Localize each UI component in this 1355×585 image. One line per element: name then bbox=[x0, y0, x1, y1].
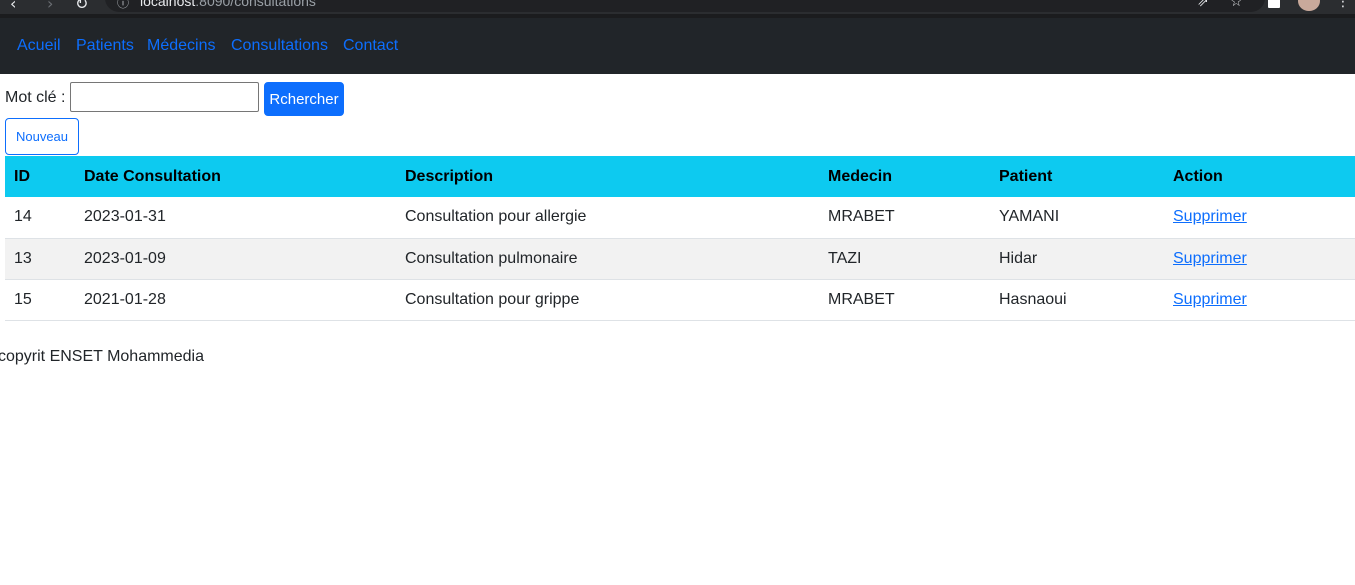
cell-medecin: MRABET bbox=[828, 290, 895, 308]
cell-patient: Hasnaoui bbox=[999, 290, 1067, 308]
browser-menu-icon[interactable]: ⋮ bbox=[1336, 0, 1350, 10]
nav-link-patients[interactable]: Patients bbox=[76, 37, 134, 55]
nav-link-contact[interactable]: Contact bbox=[343, 37, 398, 55]
url-text[interactable]: localhost:8090/consultations bbox=[140, 0, 316, 9]
cell-action: Supprimer bbox=[1164, 197, 1355, 238]
share-icon[interactable]: ⇗ bbox=[1197, 0, 1209, 10]
column-header-action: Action bbox=[1173, 167, 1223, 185]
cell-description: Consultation pour allergie bbox=[405, 208, 587, 226]
delete-link[interactable]: Supprimer bbox=[1173, 291, 1247, 308]
page-footer: copyrit ENSET Mohammedia bbox=[0, 348, 204, 365]
url-path: :8090/consultations bbox=[195, 0, 316, 9]
reload-icon[interactable]: ↻ bbox=[75, 0, 88, 13]
cell-action: Supprimer bbox=[1164, 238, 1355, 279]
cell-date: 2023-01-31 bbox=[84, 208, 166, 226]
consultations-table: ID Date Consultation Description Medecin… bbox=[5, 156, 1355, 321]
table-header-row: ID Date Consultation Description Medecin… bbox=[5, 156, 1355, 197]
cell-description: Consultation pour grippe bbox=[405, 290, 580, 308]
column-header-medecin: Medecin bbox=[828, 167, 893, 185]
cell-date: 2023-01-09 bbox=[84, 249, 166, 267]
nav-link-medecins[interactable]: Médecins bbox=[147, 37, 215, 55]
cell-patient: Hidar bbox=[999, 249, 1038, 267]
keyword-search-input[interactable] bbox=[70, 82, 259, 112]
column-header-id: ID bbox=[14, 167, 30, 185]
cell-patient: YAMANI bbox=[999, 208, 1060, 226]
forward-icon[interactable]: › bbox=[47, 0, 53, 13]
column-header-patient: Patient bbox=[999, 167, 1053, 185]
search-label: Mot clé : bbox=[5, 89, 66, 106]
url-host: localhost bbox=[140, 0, 196, 9]
site-info-icon[interactable]: ⓘ bbox=[117, 0, 129, 11]
browser-toolbar: ‹ › ↻ ⓘ localhost:8090/consultations ⇗ ☆… bbox=[0, 0, 1355, 14]
nav-link-consultations[interactable]: Consultations bbox=[231, 37, 328, 55]
table-row: 13 2023-01-09 Consultation pulmonaire TA… bbox=[5, 238, 1355, 279]
cell-date: 2021-01-28 bbox=[84, 290, 166, 308]
search-button[interactable]: Rchercher bbox=[264, 82, 344, 116]
cell-id: 14 bbox=[14, 208, 32, 226]
cell-id: 15 bbox=[14, 290, 32, 308]
cell-action: Supprimer bbox=[1164, 279, 1355, 320]
back-icon[interactable]: ‹ bbox=[10, 0, 16, 13]
profile-avatar[interactable] bbox=[1298, 0, 1320, 11]
delete-link[interactable]: Supprimer bbox=[1173, 208, 1247, 225]
table-row: 14 2023-01-31 Consultation pour allergie… bbox=[5, 197, 1355, 238]
column-header-description: Description bbox=[405, 167, 494, 185]
main-navbar: Acueil Patients Médecins Consultations C… bbox=[0, 18, 1355, 74]
new-consultation-button[interactable]: Nouveau bbox=[5, 118, 79, 155]
cell-description: Consultation pulmonaire bbox=[405, 249, 578, 267]
extension-icon[interactable] bbox=[1268, 0, 1280, 8]
table-row: 15 2021-01-28 Consultation pour grippe M… bbox=[5, 279, 1355, 320]
cell-medecin: MRABET bbox=[828, 208, 895, 226]
delete-link[interactable]: Supprimer bbox=[1173, 250, 1247, 267]
nav-link-accueil[interactable]: Acueil bbox=[17, 37, 61, 55]
cell-id: 13 bbox=[14, 249, 32, 267]
column-header-date: Date Consultation bbox=[84, 167, 221, 185]
bookmark-star-icon[interactable]: ☆ bbox=[1230, 0, 1243, 10]
cell-medecin: TAZI bbox=[828, 249, 862, 267]
